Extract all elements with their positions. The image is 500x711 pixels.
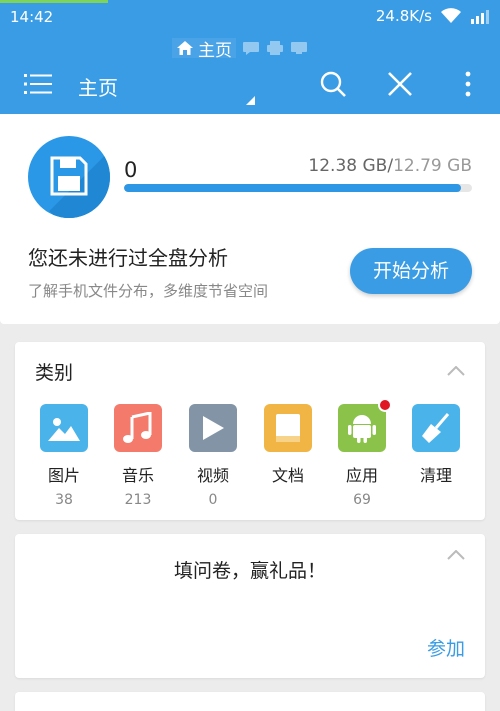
category-count: 38 (55, 492, 73, 508)
category-label: 音乐 (121, 466, 154, 485)
storage-disk-icon (28, 136, 110, 218)
category-label: 视频 (196, 466, 229, 485)
storage-card: 0 12.38 GB/12.79 GB 您还未进行过全盘分析 了解手机文件分布，… (0, 114, 500, 324)
category-count: 0 (208, 492, 218, 508)
start-analysis-button[interactable]: 开始分析 (350, 248, 472, 294)
close-icon[interactable] (386, 70, 414, 98)
survey-card: 填问卷，赢礼品！ 参加 (15, 534, 485, 678)
page-title: 主页 (78, 76, 118, 100)
music-icon (114, 404, 162, 452)
category-count: 213 (124, 492, 152, 508)
wifi-icon (441, 8, 461, 23)
category-list: 图片 38 音乐 213 视频 0 文档 应用 69 清理 (15, 398, 485, 514)
category-item-images[interactable]: 图片 38 (27, 404, 101, 508)
categories-card: 类别 图片 38 音乐 213 视频 0 文档 应用 69 清理 (15, 342, 485, 520)
more-icon[interactable] (454, 70, 482, 98)
storage-total: 12.79 GB (393, 156, 472, 176)
loading-progress-line (0, 0, 108, 3)
network-speed: 24.8K/s (375, 7, 432, 25)
storage-used: 12.38 GB (308, 156, 388, 176)
broom-icon (412, 404, 460, 452)
survey-title: 填问卷，赢礼品！ (173, 560, 326, 582)
image-icon (40, 404, 88, 452)
home-icon (177, 41, 193, 55)
category-item-video[interactable]: 视频 0 (176, 404, 250, 508)
category-label: 清理 (419, 466, 452, 485)
join-survey-link[interactable]: 参加 (427, 634, 465, 661)
category-item-music[interactable]: 音乐 213 (101, 404, 175, 508)
categories-title: 类别 (35, 362, 74, 384)
breadcrumb-home[interactable]: 主页 (172, 38, 236, 61)
signal-icon (471, 10, 489, 24)
status-bar: 14:42 24.8K/s (0, 0, 500, 34)
video-icon (189, 404, 237, 452)
storage-usage-text: 12.38 GB/12.79 GB (308, 156, 472, 176)
app-bar: 主页 主页 (0, 34, 500, 114)
category-label: 应用 (345, 466, 378, 485)
storage-capacity-bar (124, 184, 472, 192)
collapse-categories-icon[interactable] (447, 366, 465, 376)
breadcrumb: 主页 (172, 37, 308, 61)
category-count: 69 (353, 492, 371, 508)
document-icon (264, 404, 312, 452)
collapse-survey-icon[interactable] (447, 550, 465, 560)
printer-icon[interactable] (266, 41, 284, 55)
tv-icon[interactable] (290, 41, 308, 55)
status-time: 14:42 (10, 8, 54, 26)
category-item-clean[interactable]: 清理 (399, 404, 473, 492)
chat-icon[interactable] (242, 41, 260, 55)
category-item-apps[interactable]: 应用 69 (325, 398, 399, 508)
analyze-subtitle: 了解手机文件分布，多维度节省空间 (28, 282, 269, 300)
category-label: 文档 (271, 466, 304, 485)
dropdown-caret-icon[interactable] (246, 96, 255, 105)
menu-icon[interactable] (24, 72, 52, 96)
new-badge-dot (378, 398, 392, 412)
search-icon[interactable] (319, 70, 347, 98)
breadcrumb-home-label: 主页 (198, 40, 232, 61)
used-count: 0 (124, 158, 138, 182)
next-card (15, 692, 485, 711)
android-icon (338, 398, 392, 452)
category-label: 图片 (47, 466, 80, 485)
storage-capacity-fill (124, 184, 461, 192)
analyze-title: 您还未进行过全盘分析 (28, 246, 228, 270)
category-item-documents[interactable]: 文档 (251, 404, 325, 492)
